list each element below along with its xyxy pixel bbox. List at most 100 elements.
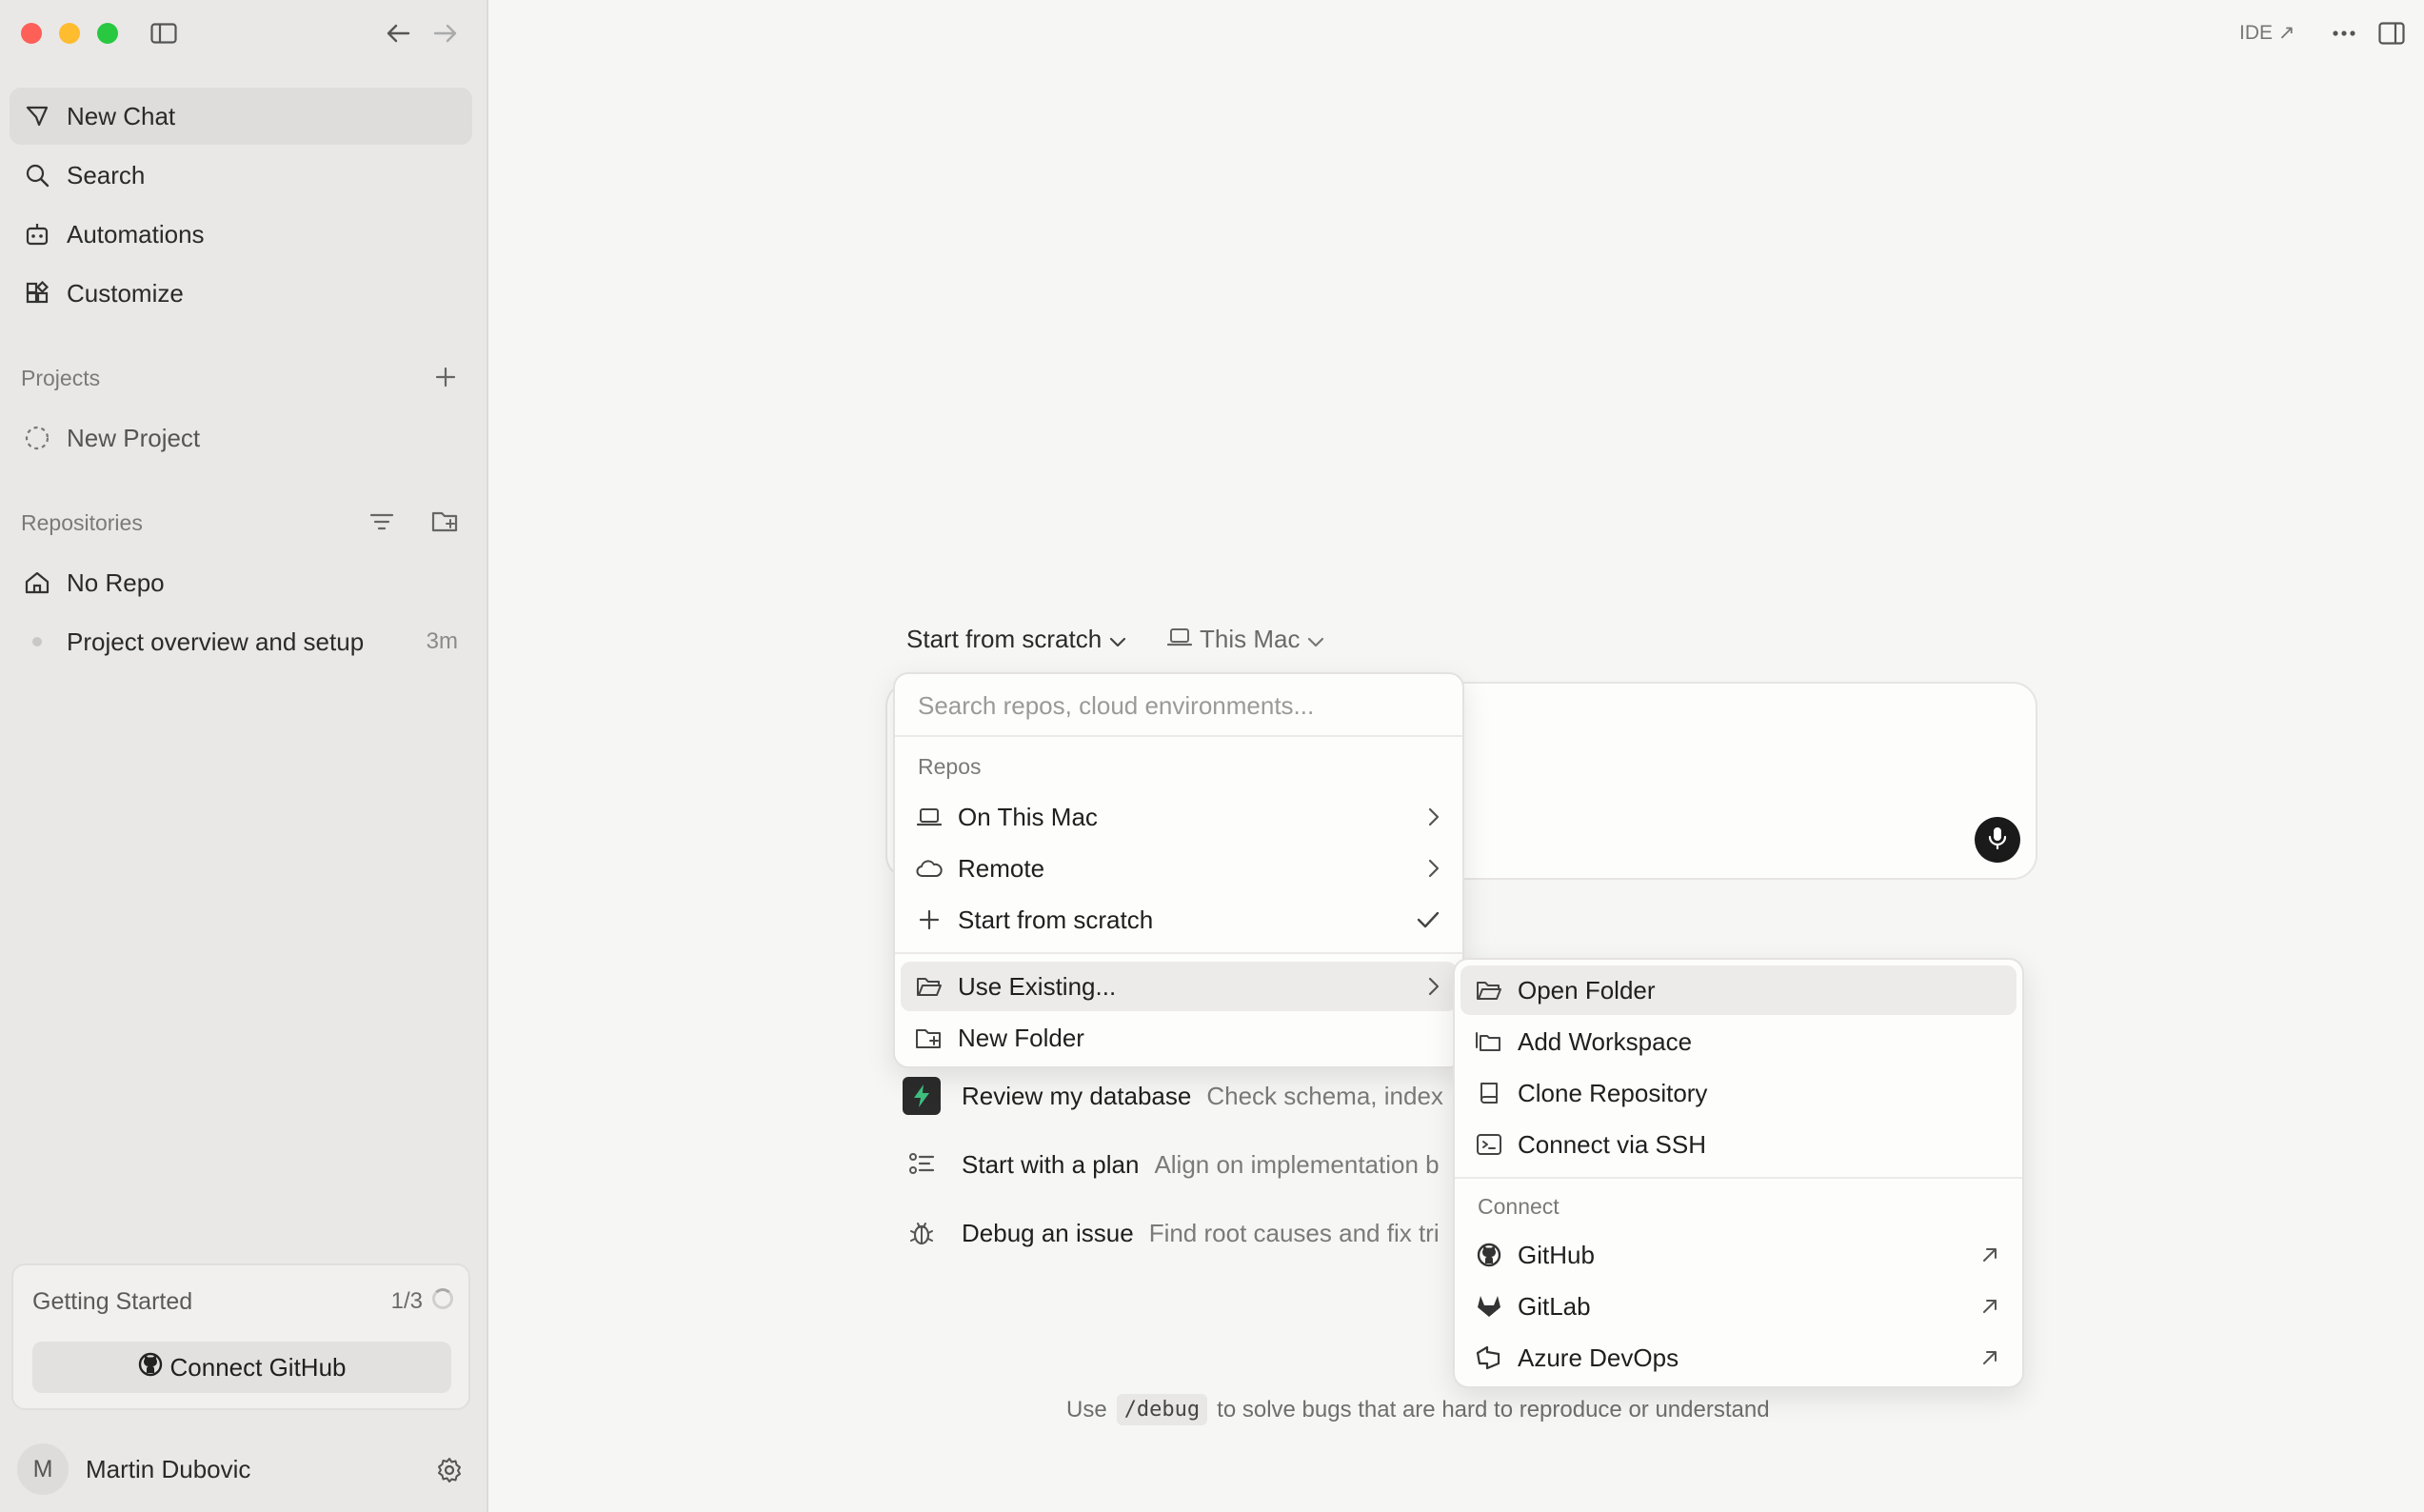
location-selector-label: This Mac xyxy=(1200,625,1301,653)
menu-item-clone-repository[interactable]: Clone Repository xyxy=(1460,1068,2017,1118)
menu-item-open-folder[interactable]: Open Folder xyxy=(1460,965,2017,1015)
menu-search-input[interactable]: Search repos, cloud environments... xyxy=(918,691,1314,721)
menu-item-label: Clone Repository xyxy=(1518,1078,1708,1107)
dashed-circle-icon xyxy=(19,425,55,451)
nav-search[interactable]: Search xyxy=(10,147,472,204)
suggestion-title: Review my database xyxy=(962,1081,1192,1110)
azure-devops-icon xyxy=(1474,1345,1504,1370)
forward-arrow-icon[interactable] xyxy=(428,17,463,50)
menu-item-label: Start from scratch xyxy=(958,905,1154,934)
cloud-icon xyxy=(914,859,944,878)
getting-started-count: 1/3 xyxy=(390,1288,423,1314)
add-project-icon[interactable] xyxy=(430,362,461,392)
suggestion-debug-issue[interactable]: Debug an issue Find root causes and fix … xyxy=(903,1209,1440,1257)
menu-item-label: Remote xyxy=(958,853,1045,883)
sidebar: New Chat Search Automations Customize Pr… xyxy=(0,0,488,1512)
avatar[interactable]: M xyxy=(17,1443,69,1495)
nav-customize[interactable]: Customize xyxy=(10,265,472,322)
menu-item-label: GitHub xyxy=(1518,1240,1595,1269)
zoom-window-button[interactable] xyxy=(97,23,118,44)
source-selector-label: Start from scratch xyxy=(906,625,1103,653)
connect-github-button[interactable]: Connect GitHub xyxy=(32,1342,451,1393)
menu-item-label: Connect via SSH xyxy=(1518,1129,1706,1159)
add-folder-icon[interactable] xyxy=(428,505,463,537)
menu-item-label: Use Existing... xyxy=(958,971,1117,1001)
nav-new-chat[interactable]: New Chat xyxy=(10,88,472,145)
divider xyxy=(895,735,1462,737)
lightning-icon xyxy=(903,1077,941,1115)
folder-plus-icon xyxy=(914,1026,944,1049)
checkmark-icon xyxy=(1417,910,1440,929)
suggestion-desc: Align on implementation b xyxy=(1154,1149,1440,1179)
terminal-icon xyxy=(1474,1133,1504,1156)
hint-suffix: to solve bugs that are hard to reproduce… xyxy=(1217,1396,1770,1422)
settings-gear-icon[interactable] xyxy=(432,1453,467,1487)
suggestion-title: Start with a plan xyxy=(962,1149,1140,1179)
recent-chat-item[interactable]: Project overview and setup xyxy=(10,613,472,670)
ide-link[interactable]: IDE ↗ xyxy=(2239,21,2295,45)
divider xyxy=(895,952,1462,954)
nav-automations[interactable]: Automations xyxy=(10,206,472,263)
minimize-window-button[interactable] xyxy=(59,23,80,44)
menu-item-label: Azure DevOps xyxy=(1518,1343,1679,1372)
suggestion-review-database[interactable]: Review my database Check schema, index xyxy=(903,1072,1443,1120)
filter-icon[interactable] xyxy=(366,507,398,537)
menu-item-gitlab[interactable]: GitLab xyxy=(1460,1282,2017,1331)
close-window-button[interactable] xyxy=(21,23,42,44)
menu-item-start-from-scratch[interactable]: Start from scratch xyxy=(901,895,1457,945)
progress-ring-icon xyxy=(432,1288,453,1309)
external-link-icon xyxy=(1980,1245,1999,1264)
connect-heading: Connect xyxy=(1478,1194,1560,1219)
chevron-down-icon xyxy=(1307,625,1324,654)
repo-label: No Repo xyxy=(67,567,165,597)
menu-item-label: GitLab xyxy=(1518,1291,1591,1321)
workspace-folders-icon xyxy=(1474,1030,1504,1053)
menu-item-github[interactable]: GitHub xyxy=(1460,1230,2017,1280)
location-selector[interactable]: This Mac xyxy=(1166,625,1324,654)
menu-item-connect-ssh[interactable]: Connect via SSH xyxy=(1460,1120,2017,1169)
external-link-icon xyxy=(1980,1297,1999,1316)
menu-item-use-existing[interactable]: Use Existing... xyxy=(901,962,1457,1011)
chevron-right-icon xyxy=(1428,859,1440,878)
menu-item-on-this-mac[interactable]: On This Mac xyxy=(901,792,1457,842)
folder-open-icon xyxy=(1474,980,1504,1001)
getting-started-title: Getting Started xyxy=(32,1288,193,1315)
source-selector[interactable]: Start from scratch xyxy=(906,625,1126,654)
status-dot-icon xyxy=(19,636,55,647)
book-icon xyxy=(1474,1081,1504,1105)
menu-item-label: Open Folder xyxy=(1518,975,1656,1005)
suggestion-desc: Find root causes and fix tri xyxy=(1148,1218,1440,1247)
external-link-icon xyxy=(1980,1348,1999,1367)
menu-item-remote[interactable]: Remote xyxy=(901,844,1457,893)
project-item-new-project[interactable]: New Project xyxy=(10,409,472,467)
menu-item-add-workspace[interactable]: Add Workspace xyxy=(1460,1017,2017,1066)
sidebar-toggle-icon[interactable] xyxy=(147,19,181,48)
blocks-icon xyxy=(19,281,55,306)
suggestion-start-plan[interactable]: Start with a plan Align on implementatio… xyxy=(903,1141,1440,1188)
project-label: New Project xyxy=(67,423,201,452)
recent-chat-time: 3m xyxy=(426,628,458,654)
laptop-icon xyxy=(914,806,944,827)
recent-chat-title: Project overview and setup xyxy=(67,627,365,656)
microphone-button[interactable] xyxy=(1975,817,2020,863)
back-arrow-icon[interactable] xyxy=(381,17,415,50)
github-icon xyxy=(138,1352,163,1383)
menu-item-new-folder[interactable]: New Folder xyxy=(901,1013,1457,1063)
chevron-right-icon xyxy=(1428,807,1440,826)
nav-label: New Chat xyxy=(67,101,176,130)
more-options-icon[interactable] xyxy=(2327,19,2361,48)
gitlab-icon xyxy=(1474,1294,1504,1319)
github-icon xyxy=(1474,1243,1504,1267)
nav-label: Automations xyxy=(67,219,205,249)
source-dropdown-menu: Search repos, cloud environments... Repo… xyxy=(893,672,1464,1068)
folder-open-icon xyxy=(914,976,944,997)
connect-github-label: Connect GitHub xyxy=(169,1352,347,1382)
bug-icon xyxy=(903,1214,941,1252)
repo-item-no-repo[interactable]: No Repo xyxy=(10,554,472,611)
panel-toggle-icon[interactable] xyxy=(2373,17,2411,50)
repositories-heading: Repositories xyxy=(21,510,143,535)
projects-heading: Projects xyxy=(21,366,101,390)
robot-icon xyxy=(19,222,55,247)
menu-item-azure-devops[interactable]: Azure DevOps xyxy=(1460,1333,2017,1383)
hint-prefix: Use xyxy=(1066,1396,1107,1422)
